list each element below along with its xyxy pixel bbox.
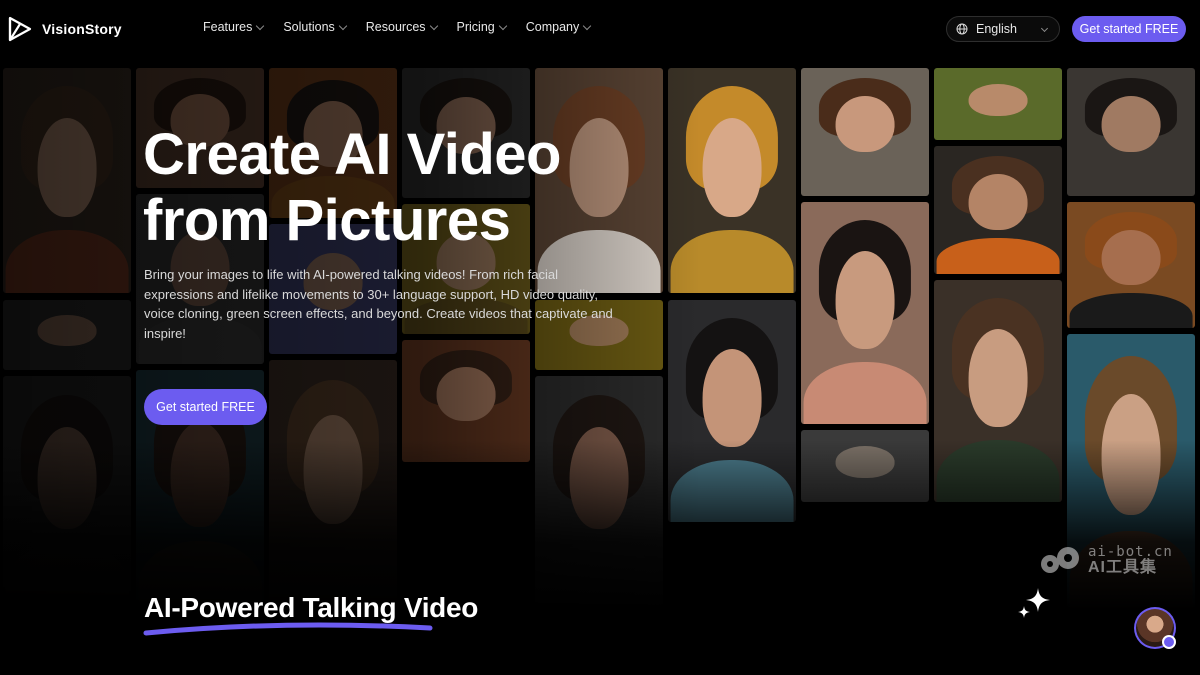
main-menu: Features Solutions Resources Pricing Com… [203, 20, 592, 34]
chevron-down-icon [256, 21, 265, 30]
bottom-fade [0, 440, 1200, 610]
language-select[interactable]: English [946, 16, 1060, 42]
menu-label: Company [525, 20, 580, 34]
chevron-down-icon [429, 21, 438, 30]
menu-label: Solutions [283, 20, 335, 34]
support-chat-button[interactable] [1134, 607, 1176, 649]
watermark: ai-bot.cn AI工具集 [1038, 544, 1173, 576]
chevron-down-icon [498, 21, 507, 30]
portrait-tile [934, 68, 1062, 140]
get-started-button[interactable]: Get started FREE [1072, 16, 1186, 42]
headset-icon [1162, 635, 1176, 649]
menu-label: Pricing [456, 20, 495, 34]
chevron-down-icon [1040, 24, 1049, 33]
hero-title-line1: Create AI Video [143, 122, 561, 187]
menu-item-pricing[interactable]: Pricing [456, 20, 507, 34]
menu-label: Features [203, 20, 253, 34]
hero-get-started-button[interactable]: Get started FREE [144, 389, 267, 425]
hero-title: Create AI Video from Pictures [143, 122, 663, 254]
brand-logo[interactable]: VisionStory [8, 16, 122, 42]
menu-item-resources[interactable]: Resources [365, 20, 438, 34]
logo-icon [8, 16, 32, 42]
watermark-label: AI工具集 [1088, 559, 1158, 576]
watermark-domain: ai-bot.cn [1088, 544, 1173, 560]
portrait-tile [1067, 68, 1195, 196]
menu-label: Resources [365, 20, 426, 34]
chevron-down-icon [338, 21, 348, 30]
portrait-tile [801, 68, 929, 196]
watermark-logo-icon [1041, 547, 1079, 573]
top-navigation: VisionStory Features Solutions Resources… [0, 0, 1200, 58]
menu-item-features[interactable]: Features [203, 20, 265, 34]
menu-item-solutions[interactable]: Solutions [283, 20, 348, 34]
sparkle-icon [1018, 588, 1050, 618]
title-underline [143, 622, 433, 636]
globe-icon [956, 23, 968, 35]
language-value: English [976, 22, 1017, 36]
portrait-tile [1067, 202, 1195, 328]
brand-name: VisionStory [42, 21, 122, 37]
menu-item-company[interactable]: Company [525, 20, 592, 34]
hero-description: Bring your images to life with AI-powere… [144, 267, 613, 341]
portrait-tile [801, 202, 929, 424]
chevron-down-icon [583, 21, 592, 30]
hero-title-line2: from Pictures [143, 188, 511, 253]
portrait-tile [934, 146, 1062, 274]
